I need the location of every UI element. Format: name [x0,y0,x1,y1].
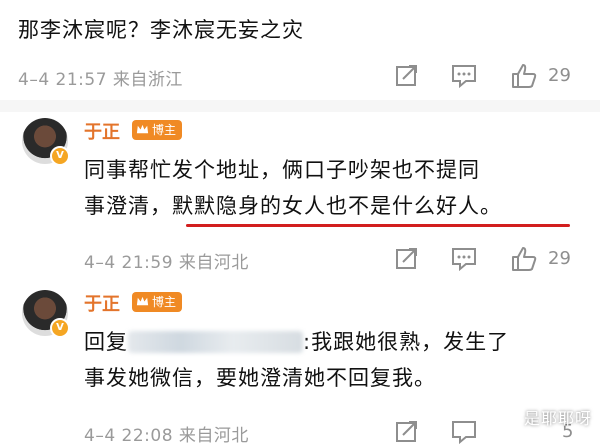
reply-text-segment: :我跟她很熟，发生了 [303,330,510,354]
blurred-username [128,331,303,353]
reply-text-segment: 事澄清， [84,194,172,218]
reply-text: 回复 :我跟她很熟，发生了 事发她微信，要她澄清她不回复我。 [84,324,509,396]
red-underline [186,224,570,227]
reply-text-line: 回复 :我跟她很熟，发生了 [84,324,509,360]
reply-prefix: 回复 [84,330,128,354]
username[interactable]: 于正 [84,290,120,316]
highlighted-text: 默默隐身的女人也不是什么好人。 [172,194,502,218]
like-icon[interactable] [510,245,538,273]
reply-meta-row: 4–4 21:59 来自河北 29 [0,245,600,275]
reply-timestamp: 4–4 22:08 来自河北 [84,426,249,446]
share-icon[interactable] [394,418,420,444]
verified-icon: V [50,318,70,338]
share-icon[interactable] [394,245,420,271]
reply-text: 同事帮忙发个地址，俩口子吵架也不提同 事澄清，默默隐身的女人也不是什么好人。 [84,152,502,224]
crown-icon [136,296,149,306]
like-count: 29 [548,65,571,86]
comment-icon[interactable] [450,245,478,271]
badge-label: 博主 [152,295,177,309]
crown-icon [136,124,149,134]
avatar[interactable]: V [22,290,70,338]
share-icon[interactable] [394,62,420,88]
author-badge: 博主 [132,120,183,140]
comment-icon[interactable] [450,418,478,444]
author-badge: 博主 [132,292,183,312]
reply-text-line: 事澄清，默默隐身的女人也不是什么好人。 [84,188,502,224]
watermark: 是耶耶呀 [523,409,592,428]
comment-timestamp: 4–4 21:57 来自浙江 [18,70,183,90]
like-count: 29 [548,248,571,269]
username[interactable]: 于正 [84,118,120,144]
divider [0,100,600,112]
avatar[interactable]: V [22,118,70,166]
reply-timestamp: 4–4 21:59 来自河北 [84,253,249,273]
comment-meta-row: 4–4 21:57 来自浙江 29 [0,62,600,92]
verified-icon: V [50,146,70,166]
reply-text-line: 同事帮忙发个地址，俩口子吵架也不提同 [84,158,480,182]
comment-text: 那李沐宸呢？李沐宸无妄之灾 [18,18,304,42]
reply-text-line: 事发她微信，要她澄清她不回复我。 [84,366,436,390]
reply-meta-row: 4–4 22:08 来自河北 5 [0,418,600,448]
comment-icon[interactable] [450,62,478,88]
like-icon[interactable] [510,62,538,90]
badge-label: 博主 [152,123,177,137]
